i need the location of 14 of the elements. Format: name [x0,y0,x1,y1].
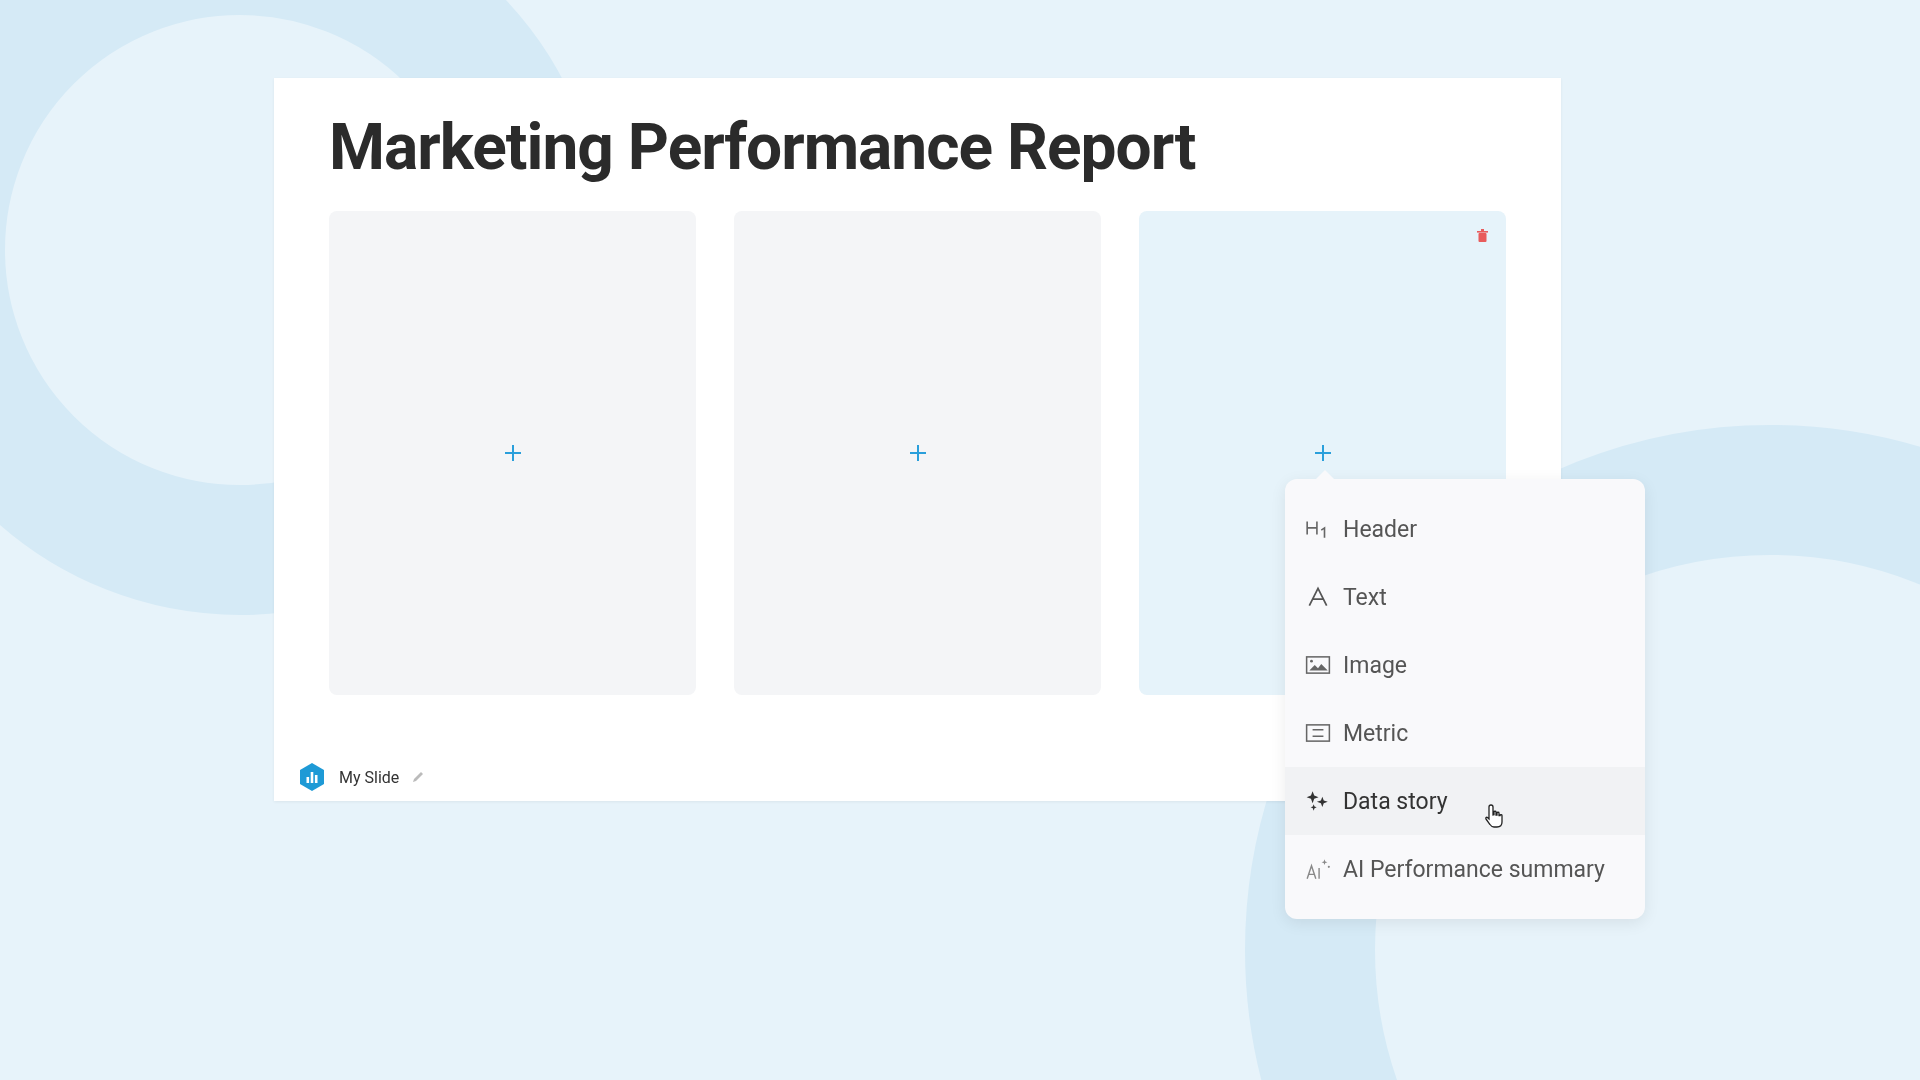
slide-name: My Slide [339,767,400,787]
menu-item-label: Text [1343,583,1387,611]
menu-item[interactable]: Data story [1285,767,1645,835]
menu-item-label: Data story [1343,787,1448,815]
menu-item[interactable]: Header [1285,495,1645,563]
menu-item-label: Metric [1343,719,1409,747]
menu-item[interactable]: Image [1285,631,1645,699]
menu-item[interactable]: Text [1285,563,1645,631]
menu-item[interactable]: AI Performance summary [1285,835,1645,903]
menu-item-label: Header [1343,515,1418,543]
slide-title: Marketing Performance Report [329,112,1197,184]
menu-item[interactable]: Metric [1285,699,1645,767]
menu-item-label: Image [1343,651,1408,679]
menu-item-label: AI Performance summary [1343,855,1605,883]
